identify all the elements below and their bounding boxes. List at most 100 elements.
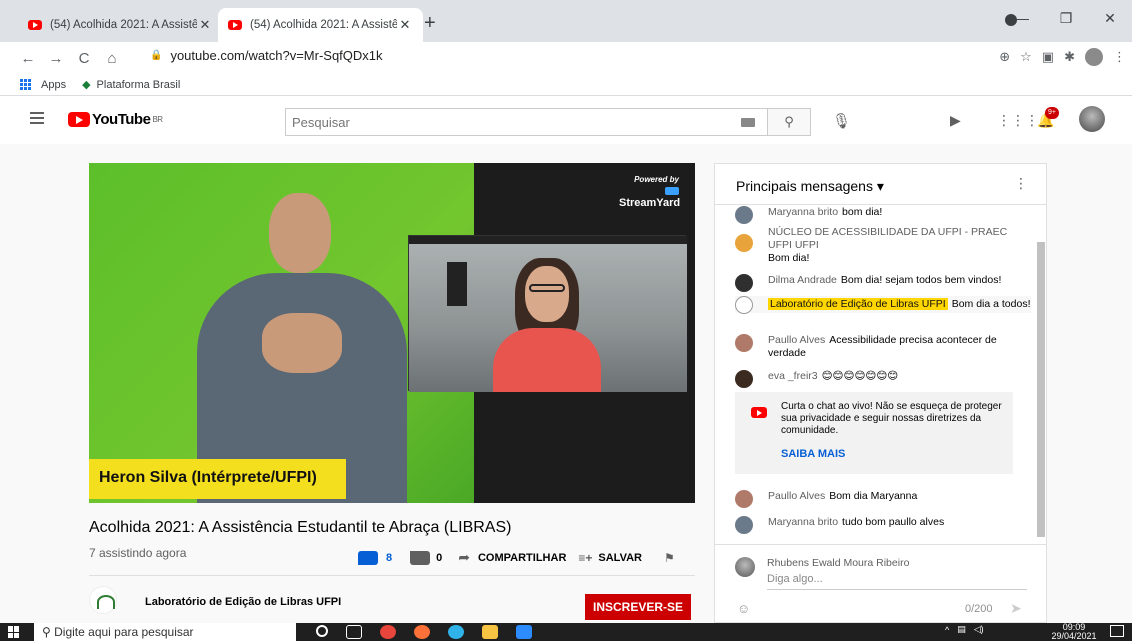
user-avatar[interactable] [735, 490, 753, 508]
new-tab-button[interactable]: + [424, 12, 436, 35]
tray-chevron-icon[interactable]: ^ [945, 625, 949, 635]
notification-badge: 9+ [1045, 107, 1059, 119]
chat-options-icon[interactable]: ⋮ [1014, 175, 1028, 192]
chat-mode-dropdown[interactable]: Principais mensagens ▾ [736, 178, 884, 195]
puzzle-icon[interactable]: ✱ [1064, 49, 1075, 65]
forward-icon[interactable]: → [44, 50, 68, 67]
channel-row: Laboratório de Edição de Libras UFPI INS… [89, 586, 695, 620]
bookmarks-bar: Apps ◆ Plataforma Brasil [0, 74, 1132, 96]
video-player[interactable]: Powered by StreamYard Heron Silva (Intér… [89, 163, 695, 503]
notification-center-icon[interactable] [1110, 625, 1124, 637]
user-avatar[interactable] [735, 516, 753, 534]
notice-text: Curta o chat ao vivo! Não se esqueça de … [781, 401, 1002, 436]
cortana-icon[interactable] [316, 625, 328, 637]
taskbar-clock[interactable]: 09:09 29/04/2021 [1050, 623, 1098, 641]
task-view-icon[interactable] [346, 625, 362, 639]
report-flag-icon[interactable]: ⚑ [664, 551, 675, 565]
user-avatar[interactable] [735, 334, 753, 352]
close-tab-icon[interactable]: ✕ [197, 17, 213, 33]
close-tab-icon[interactable]: ✕ [397, 17, 413, 33]
search-box [285, 108, 768, 136]
user-avatar[interactable] [735, 370, 753, 388]
home-icon[interactable]: ⌂ [100, 50, 124, 67]
user-avatar[interactable] [735, 296, 753, 314]
bookmark-icon: ◆ [82, 79, 91, 91]
user-avatar[interactable] [735, 274, 753, 292]
interpreter-name: Heron Silva (Intérprete/UFPI) [99, 469, 317, 486]
channel-avatar[interactable] [89, 586, 117, 614]
emoji-icon[interactable]: ☺ [737, 601, 750, 616]
youtube-logo-text: YouTube [92, 111, 151, 128]
network-icon[interactable]: ▤ [957, 624, 966, 635]
microphone-icon[interactable]: 🎙 [832, 112, 851, 130]
streamyard-text: StreamYard [619, 197, 681, 209]
powered-by-text: Powered by [634, 175, 679, 184]
like-count: 8 [386, 551, 393, 564]
account-avatar[interactable] [1079, 106, 1105, 132]
search-input[interactable] [286, 109, 706, 135]
divider [89, 575, 695, 576]
chat-message: Paullo Alves Acessibilidade precisa acont… [735, 334, 1031, 360]
user-avatar[interactable] [735, 206, 753, 224]
chat-message-input[interactable]: Diga algo... [767, 573, 1027, 590]
chrome-icon[interactable] [380, 625, 396, 639]
profile-avatar[interactable] [1085, 48, 1103, 66]
taskbar-search[interactable]: ⚲ Digite aqui para pesquisar [34, 623, 296, 641]
url-field[interactable]: 🔒 youtube.com/watch?v=Mr-SqfQDx1k [150, 48, 383, 63]
minimize-button[interactable]: — [1000, 10, 1044, 26]
save-playlist-icon[interactable]: ≡+ [578, 551, 592, 565]
create-video-icon[interactable]: ▶ [950, 112, 961, 129]
zoom-icon[interactable] [516, 625, 532, 639]
windows-start-icon[interactable] [8, 626, 20, 638]
maximize-button[interactable]: ❐ [1044, 10, 1088, 27]
streamyard-watermark: Powered by StreamYard [619, 175, 681, 209]
send-icon[interactable]: ➤ [1010, 600, 1022, 617]
file-explorer-icon[interactable] [482, 625, 498, 639]
edge-icon[interactable] [448, 625, 464, 639]
browser-tab[interactable]: (54) Acolhida 2021: A Assistência ✕ [18, 8, 223, 42]
bookmark-apps[interactable]: Apps [41, 79, 66, 91]
current-user-avatar [735, 557, 755, 577]
youtube-favicon-icon [228, 20, 242, 30]
youtube-play-icon [68, 112, 90, 127]
speaker-inset-video [408, 235, 687, 392]
dislike-count: 0 [436, 551, 443, 564]
browser-tab-active[interactable]: (54) Acolhida 2021: A Assistência ✕ [218, 8, 423, 42]
reload-icon[interactable]: C [72, 50, 96, 67]
install-icon[interactable]: ⊕ [999, 49, 1010, 65]
share-icon[interactable]: ➦ [458, 549, 470, 566]
chat-message: Dilma Andrade Bom dia! sejam todos bem vi… [735, 274, 1031, 292]
menu-kebab-icon[interactable]: ⋮ [1113, 49, 1126, 65]
youtube-icon [751, 407, 767, 418]
star-icon[interactable]: ☆ [1020, 49, 1032, 65]
close-window-button[interactable]: ✕ [1088, 10, 1132, 27]
learn-more-link[interactable]: SAIBA MAIS [781, 448, 845, 460]
search-button[interactable]: ⚲ [768, 108, 811, 136]
dislike-icon[interactable] [410, 550, 431, 565]
youtube-logo[interactable]: YouTube BR [68, 111, 163, 128]
tab-title: (54) Acolhida 2021: A Assistência [50, 19, 197, 31]
chat-message: Maryanna brito tudo bom paullo alves [735, 516, 1031, 534]
apps-icon[interactable]: ⋮⋮⋮ [997, 112, 1039, 129]
extension-icon[interactable]: ▣ [1042, 49, 1054, 65]
channel-name[interactable]: Laboratório de Edição de Libras UFPI [145, 596, 341, 608]
back-icon[interactable]: ← [16, 50, 40, 67]
clock-date: 29/04/2021 [1051, 631, 1097, 641]
share-button[interactable]: COMPARTILHAR [478, 552, 566, 564]
hamburger-menu-icon[interactable] [30, 112, 44, 127]
save-button[interactable]: SALVAR [598, 552, 642, 564]
subscribe-button[interactable]: INSCREVER-SE [585, 594, 691, 620]
like-icon[interactable] [358, 550, 378, 565]
youtube-favicon-icon [28, 20, 42, 30]
chat-scrollbar[interactable] [1037, 242, 1045, 537]
system-tray: ^ ▤ ◁) [945, 624, 984, 635]
chat-message: eva _freir3 😊😊😊😊😊😊😊 [735, 370, 1031, 388]
address-bar-row: ← → C ⌂ 🔒 youtube.com/watch?v=Mr-SqfQDx1… [0, 42, 1132, 74]
search-icon: ⚲ [42, 625, 55, 639]
firefox-icon[interactable] [414, 625, 430, 639]
keyboard-icon[interactable] [741, 118, 755, 127]
user-avatar[interactable] [735, 234, 753, 252]
browser-toolbar-icons: ⊕ ☆ ▣ ✱ ⋮ [999, 48, 1126, 66]
volume-icon[interactable]: ◁) [974, 624, 984, 635]
bookmark-plataforma-brasil[interactable]: Plataforma Brasil [97, 79, 181, 91]
